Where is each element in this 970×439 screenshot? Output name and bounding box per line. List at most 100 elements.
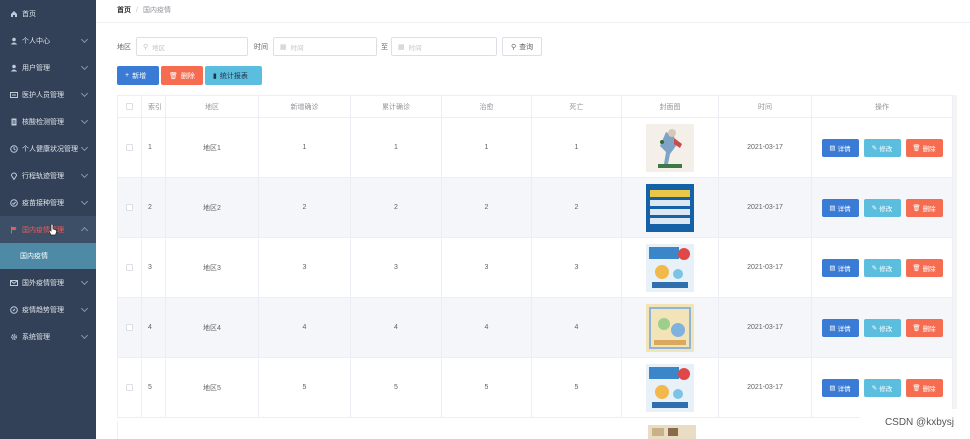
cover-image[interactable] [646, 303, 694, 352]
edit-button[interactable]: ✎ 修改 [863, 198, 901, 217]
edit-button[interactable]: ✎ 修改 [863, 378, 901, 397]
row-checkbox[interactable] [126, 144, 133, 151]
calendar-icon: ▦ [280, 43, 287, 51]
cell-actions: ▤ 详情 ✎ 修改 🗑 删除 [812, 238, 953, 297]
trash-icon: 🗑 [169, 72, 178, 80]
chevron-down-icon [80, 170, 89, 179]
trash-icon: 🗑 [912, 204, 921, 212]
cell-index: 2 [142, 178, 166, 237]
time-end-placeholder: 时间 [408, 44, 422, 52]
table-row-partial [117, 421, 953, 439]
submenu-item-domestic[interactable]: 国内疫情 [0, 243, 96, 269]
cell-actions: ▤ 详情 ✎ 修改 🗑 删除 [812, 118, 953, 177]
main-content: 首页 / 国内疫情 地区 ⚲ 地区 时间 ▦ 时间 至 ▦ 时间 ⚲ 查询 + 新增… [96, 0, 970, 439]
table-row: 2 地区2 2 2 2 2 2021-03-17 ▤ 详情 ✎ 修改 🗑 删除 [117, 178, 953, 238]
user-icon [10, 37, 18, 45]
cell-index: 3 [142, 238, 166, 297]
table-scrollbar[interactable] [953, 95, 957, 439]
row-delete-button[interactable]: 🗑 删除 [905, 378, 943, 397]
sidebar-item-label: 首页 [22, 10, 36, 18]
query-button[interactable]: ⚲ 查询 [502, 37, 543, 56]
delete-button[interactable]: 🗑 删除 [161, 66, 203, 85]
time-start-placeholder: 时间 [290, 44, 304, 52]
cover-image[interactable] [646, 363, 694, 412]
sidebar-item-health-status[interactable]: 个人健康状况管理 [0, 135, 96, 162]
cover-image[interactable] [646, 123, 694, 172]
sidebar-item-foreign-epidemic[interactable]: 国外疫情管理 [0, 269, 96, 296]
row-select-cell [117, 238, 142, 297]
cell-actions: ▤ 详情 ✎ 修改 🗑 删除 [812, 298, 953, 357]
report-button[interactable]: ▮ 统计报表 [205, 66, 262, 85]
doc-icon [10, 118, 18, 126]
sidebar-item-nucleic-test[interactable]: 核酸检测管理 [0, 108, 96, 135]
trash-icon: 🗑 [912, 384, 921, 392]
row-checkbox[interactable] [126, 204, 133, 211]
sidebar-item-system[interactable]: 系统管理 [0, 323, 96, 350]
detail-button[interactable]: ▤ 详情 [821, 318, 859, 337]
detail-button[interactable]: ▤ 详情 [821, 138, 859, 157]
cell-region: 地区5 [166, 358, 259, 417]
cell-cured: 2 [442, 178, 532, 237]
sidebar-item-itinerary[interactable]: 行程轨迹管理 [0, 162, 96, 189]
row-delete-button[interactable]: 🗑 删除 [905, 258, 943, 277]
chevron-down-icon [80, 89, 89, 98]
region-placeholder: 地区 [152, 44, 166, 52]
cell-cover [622, 178, 719, 237]
location-icon [10, 172, 18, 180]
cover-image[interactable] [646, 183, 694, 232]
row-select-cell [117, 178, 142, 237]
cover-image[interactable] [646, 243, 694, 292]
sidebar-item-label: 核酸检测管理 [22, 118, 64, 126]
sidebar-item-home[interactable]: 首页 [0, 0, 96, 27]
sidebar-item-medical-staff[interactable]: 医护人员管理 [0, 81, 96, 108]
sidebar-item-label: 疫苗接种管理 [22, 199, 64, 207]
add-button[interactable]: + 新增 [117, 66, 159, 85]
row-checkbox[interactable] [126, 384, 133, 391]
delete-label: 删除 [922, 205, 936, 213]
cover-image[interactable] [648, 425, 696, 439]
select-all-checkbox[interactable] [126, 103, 133, 110]
cell-time: 2021-03-17 [719, 178, 812, 237]
sidebar-item-profile[interactable]: 个人中心 [0, 27, 96, 54]
edit-button[interactable]: ✎ 修改 [863, 138, 901, 157]
sidebar-item-label: 医护人员管理 [22, 91, 64, 99]
edit-label: 修改 [879, 145, 893, 153]
cell-total-confirmed: 4 [351, 298, 442, 357]
cell-time: 2021-03-17 [719, 298, 812, 357]
edit-button[interactable]: ✎ 修改 [863, 258, 901, 277]
edit-button[interactable]: ✎ 修改 [863, 318, 901, 337]
row-delete-button[interactable]: 🗑 删除 [905, 198, 943, 217]
breadcrumb-home[interactable]: 首页 [117, 7, 131, 14]
sidebar-item-epidemic-trend[interactable]: 疫情趋势管理 [0, 296, 96, 323]
watermark: CSDN @kxbysj [884, 417, 954, 428]
cell-total-confirmed: 3 [351, 238, 442, 297]
breadcrumb-separator: / [136, 7, 138, 14]
detail-button[interactable]: ▤ 详情 [821, 198, 859, 217]
row-delete-button[interactable]: 🗑 删除 [905, 318, 943, 337]
table-header: 索引 地区 新增确诊 累计确诊 治愈 死亡 封面图 时间 操作 [117, 96, 953, 118]
sidebar-item-vaccination[interactable]: 疫苗接种管理 [0, 189, 96, 216]
header-time: 时间 [719, 96, 812, 117]
sidebar-item-label: 行程轨迹管理 [22, 172, 64, 180]
chevron-down-icon [80, 116, 89, 125]
detail-button[interactable]: ▤ 详情 [821, 378, 859, 397]
detail-button[interactable]: ▤ 详情 [821, 258, 859, 277]
compass-icon [10, 305, 18, 314]
cell-time: 2021-03-17 [719, 118, 812, 177]
row-delete-button[interactable]: 🗑 删除 [905, 138, 943, 157]
cell-region: 地区1 [166, 118, 259, 177]
row-checkbox[interactable] [126, 324, 133, 331]
cell-deaths: 1 [532, 118, 622, 177]
row-checkbox[interactable] [126, 264, 133, 271]
edit-label: 修改 [879, 325, 893, 333]
detail-label: 详情 [837, 205, 851, 213]
time-end-input[interactable]: ▦ 时间 [391, 37, 497, 56]
sidebar-item-users[interactable]: 用户管理 [0, 54, 96, 81]
chevron-down-icon [80, 197, 89, 206]
header-total-confirmed: 累计确诊 [351, 96, 442, 117]
time-start-input[interactable]: ▦ 时间 [273, 37, 377, 56]
cell-new-confirmed: 5 [259, 358, 351, 417]
cell-total-confirmed: 2 [351, 178, 442, 237]
region-input[interactable]: ⚲ 地区 [136, 37, 248, 56]
calendar-icon: ▦ [398, 43, 405, 51]
